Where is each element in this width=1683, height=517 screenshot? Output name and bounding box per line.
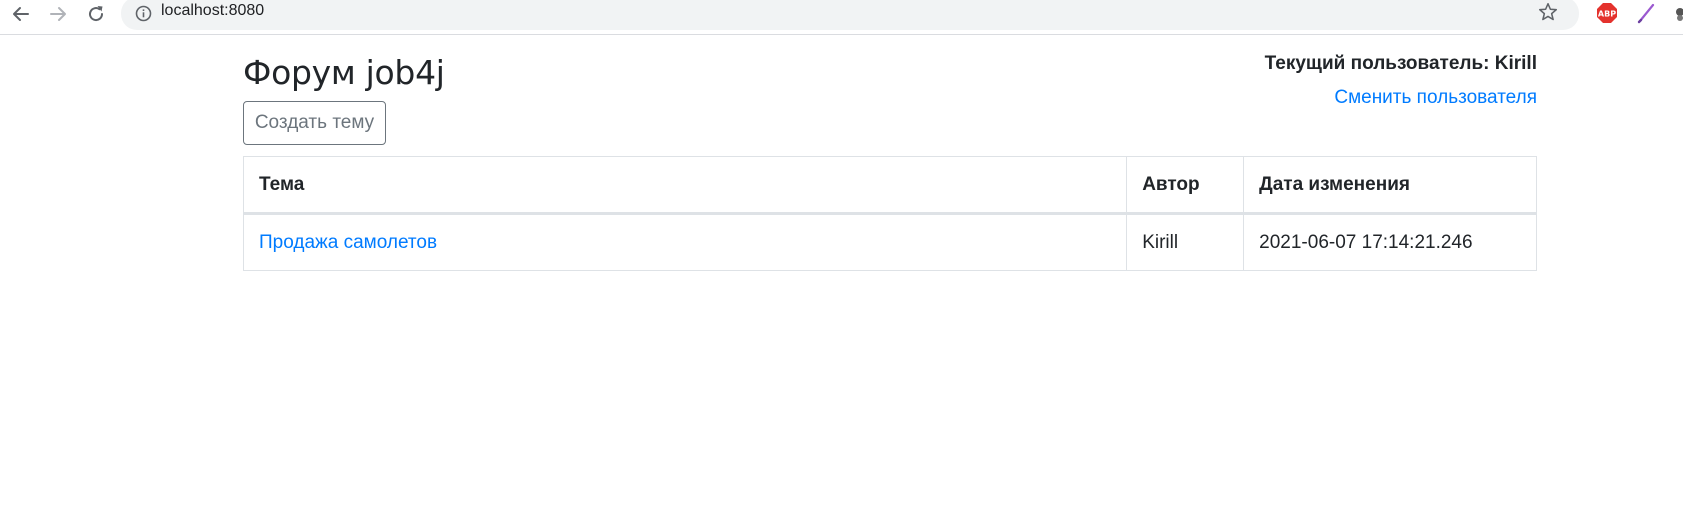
topics-table: Тема Автор Дата изменения Продажа самоле…: [242, 156, 1537, 271]
forward-button[interactable]: [46, 2, 70, 26]
switch-user-link[interactable]: Сменить пользователя: [1334, 87, 1537, 109]
svg-text:ABP: ABP: [1598, 10, 1616, 19]
extension-icon[interactable]: [1674, 6, 1683, 24]
column-header-topic: Тема: [242, 156, 1128, 215]
reload-icon: [89, 6, 104, 22]
back-button[interactable]: [9, 2, 33, 26]
info-circle-icon[interactable]: [135, 5, 152, 22]
reload-button[interactable]: [84, 2, 108, 26]
browser-toolbar: localhost:8080 ABP: [0, 0, 1683, 35]
author-cell: Kirill: [1126, 213, 1245, 271]
column-header-author: Автор: [1126, 156, 1245, 215]
address-bar[interactable]: localhost:8080: [121, 0, 1579, 30]
table-row: Продажа самолетов Kirill 2021-06-07 17:1…: [242, 213, 1537, 271]
arrow-right-icon: [50, 7, 66, 21]
abp-icon[interactable]: ABP: [1596, 2, 1618, 24]
topic-cell: Продажа самолетов: [242, 213, 1128, 271]
arrow-left-icon: [13, 7, 29, 21]
page-title: Форум job4j: [243, 53, 445, 92]
table-header-row: Тема Автор Дата изменения: [242, 156, 1537, 215]
current-user-label: Текущий пользователь: Kirill: [1264, 53, 1537, 74]
pen-icon[interactable]: [1636, 2, 1658, 24]
url-text[interactable]: localhost:8080: [161, 2, 264, 20]
star-icon[interactable]: [1537, 1, 1559, 23]
create-topic-button[interactable]: Создать тему: [243, 101, 386, 145]
column-header-modified: Дата изменения: [1243, 156, 1537, 215]
modified-cell: 2021-06-07 17:14:21.246: [1243, 213, 1537, 271]
topic-link[interactable]: Продажа самолетов: [259, 232, 437, 253]
